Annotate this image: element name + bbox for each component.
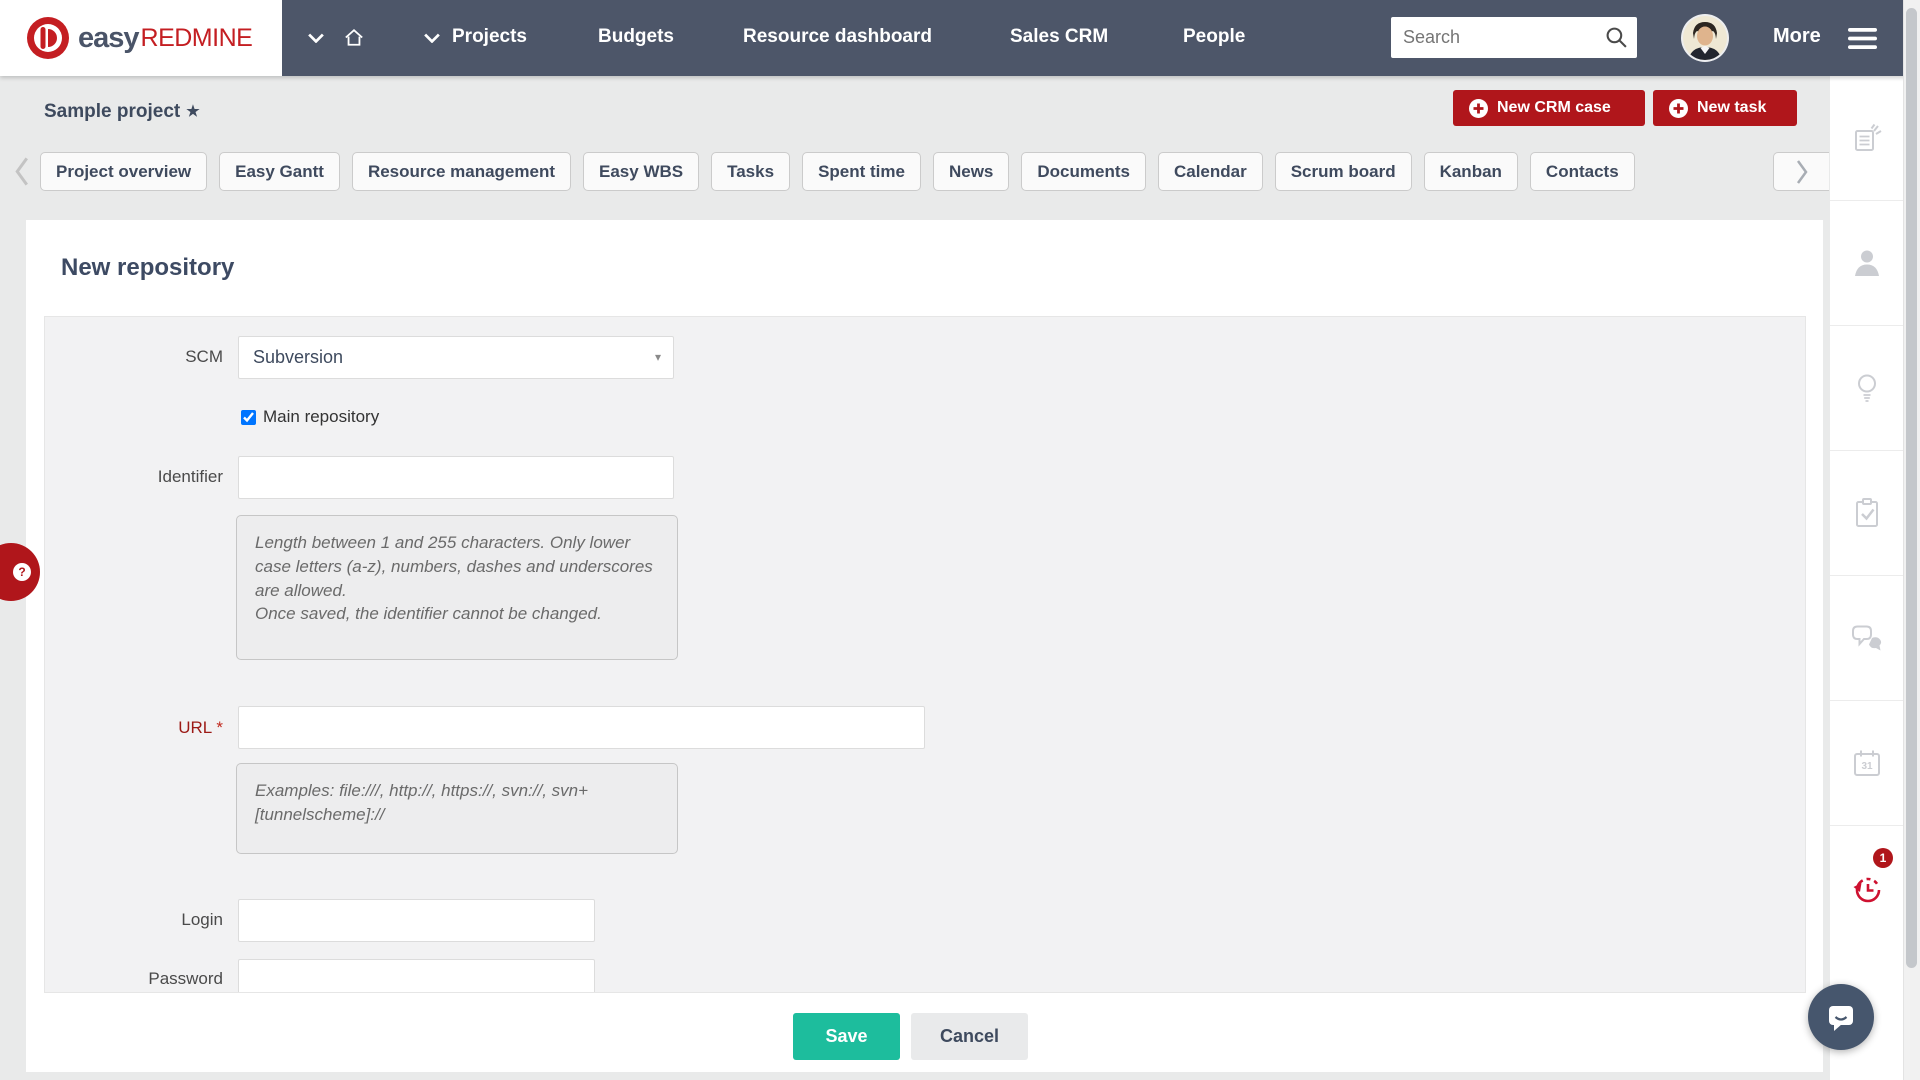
tab-contacts[interactable]: Contacts — [1530, 152, 1635, 191]
chevron-down-icon[interactable] — [308, 33, 324, 43]
calendar-day-text: 31 — [1861, 761, 1873, 772]
save-button[interactable]: Save — [793, 1013, 900, 1060]
identifier-input[interactable] — [238, 456, 674, 499]
tab-project-overview[interactable]: Project overview — [40, 152, 207, 191]
chat-launcher-button[interactable] — [1808, 984, 1874, 1050]
login-label: Login — [45, 910, 223, 930]
new-task-label: New task — [1697, 99, 1766, 117]
history-notification-badge: 1 — [1873, 848, 1893, 868]
tabs-scroll-right-icon — [1795, 159, 1809, 185]
chevron-down-icon[interactable] — [424, 33, 440, 43]
right-sidebar: 31 1 — [1830, 76, 1903, 1080]
tabs-scroll-left-icon[interactable] — [13, 156, 31, 187]
sidebar-item-activity[interactable] — [1830, 76, 1903, 201]
logo-text-easy: easy — [78, 22, 139, 55]
sidebar-item-knowledge[interactable] — [1830, 326, 1903, 451]
favorite-star-icon[interactable]: ★ — [186, 103, 199, 120]
nav-item-budgets[interactable]: Budgets — [598, 26, 674, 48]
password-input[interactable] — [238, 959, 595, 993]
search-icon[interactable] — [1605, 26, 1628, 49]
tab-scrum-board[interactable]: Scrum board — [1275, 152, 1412, 191]
tab-easy-gantt[interactable]: Easy Gantt — [219, 152, 340, 191]
project-title-text: Sample project — [44, 101, 180, 122]
activity-stream-icon — [1851, 122, 1883, 154]
knowledge-lightbulb-icon — [1852, 372, 1882, 404]
chat-launcher-icon — [1823, 999, 1859, 1035]
password-label: Password — [45, 969, 223, 989]
tab-kanban[interactable]: Kanban — [1424, 152, 1518, 191]
nav-item-sales-crm[interactable]: Sales CRM — [1010, 26, 1108, 48]
avatar-photo — [1683, 16, 1727, 60]
url-label: URL * — [45, 718, 223, 738]
scm-label: SCM — [45, 347, 223, 367]
people-icon — [1852, 248, 1882, 278]
nav-item-resource-dashboard[interactable]: Resource dashboard — [743, 26, 932, 48]
history-clock-icon — [1851, 873, 1883, 905]
new-crm-case-label: New CRM case — [1497, 99, 1611, 117]
required-asterisk: * — [216, 718, 223, 737]
new-task-button[interactable]: New task — [1653, 90, 1797, 126]
main-repository-checkbox[interactable] — [241, 410, 256, 425]
tab-calendar[interactable]: Calendar — [1158, 152, 1263, 191]
project-tabs: Project overview Easy Gantt Resource man… — [40, 152, 1635, 191]
sidebar-item-history[interactable]: 1 — [1830, 826, 1903, 951]
search-box — [1391, 17, 1637, 58]
scm-selected-value: Subversion — [253, 347, 343, 367]
url-hint: Examples: file:///, http://, https://, s… — [236, 763, 678, 854]
nav-item-people[interactable]: People — [1183, 26, 1245, 48]
tab-spent-time[interactable]: Spent time — [802, 152, 921, 191]
login-input[interactable] — [238, 899, 595, 942]
hamburger-menu-icon[interactable] — [1848, 28, 1878, 50]
user-avatar[interactable] — [1683, 16, 1727, 60]
url-label-text: URL — [178, 718, 211, 737]
main-repository-label: Main repository — [263, 407, 379, 427]
tab-documents[interactable]: Documents — [1021, 152, 1146, 191]
page-title: New repository — [61, 254, 234, 282]
help-question-icon: ? — [13, 563, 31, 581]
page-scrollbar[interactable] — [1903, 0, 1920, 1080]
easy-redmine-logo-icon — [26, 16, 70, 60]
cancel-button[interactable]: Cancel — [911, 1013, 1028, 1060]
tabs-scroll-right[interactable] — [1773, 152, 1829, 191]
logo-text-redmine: REDMINE — [141, 24, 253, 53]
scm-select[interactable]: Subversion ▾ — [238, 336, 674, 379]
scrollbar-thumb[interactable] — [1906, 8, 1917, 968]
nav-item-projects[interactable]: Projects — [452, 26, 527, 48]
main-content-card: New repository SCM Subversion ▾ Main rep… — [26, 220, 1823, 1072]
sidebar-item-people[interactable] — [1830, 201, 1903, 326]
sidebar-item-chat[interactable] — [1830, 576, 1903, 701]
sidebar-item-meeting-calendar[interactable]: 31 — [1830, 701, 1903, 826]
tab-news[interactable]: News — [933, 152, 1009, 191]
tab-tasks[interactable]: Tasks — [711, 152, 790, 191]
sidebar-item-tasks[interactable] — [1830, 451, 1903, 576]
home-icon[interactable] — [344, 28, 364, 47]
new-crm-case-button[interactable]: New CRM case — [1453, 90, 1645, 126]
search-input[interactable] — [1391, 17, 1637, 58]
plus-circle-icon — [1669, 99, 1688, 118]
app-logo[interactable]: easy REDMINE — [0, 0, 282, 76]
chevron-down-icon: ▾ — [655, 337, 661, 378]
plus-circle-icon — [1469, 99, 1488, 118]
main-repository-row: Main repository — [241, 407, 379, 427]
meeting-calendar-icon: 31 — [1851, 748, 1883, 778]
identifier-hint: Length between 1 and 255 characters. Onl… — [236, 515, 678, 660]
top-navbar: easy REDMINE Projects Budgets Resource d… — [0, 0, 1920, 76]
chat-bubbles-icon — [1850, 623, 1884, 653]
more-menu[interactable]: More — [1773, 25, 1821, 48]
repository-form-panel: SCM Subversion ▾ Main repository Identif… — [44, 316, 1806, 993]
identifier-label: Identifier — [45, 467, 223, 487]
project-title: Sample project ★ — [44, 101, 200, 123]
url-input[interactable] — [238, 706, 925, 749]
tab-easy-wbs[interactable]: Easy WBS — [583, 152, 699, 191]
tasks-clipboard-icon — [1852, 497, 1882, 529]
tab-resource-management[interactable]: Resource management — [352, 152, 571, 191]
